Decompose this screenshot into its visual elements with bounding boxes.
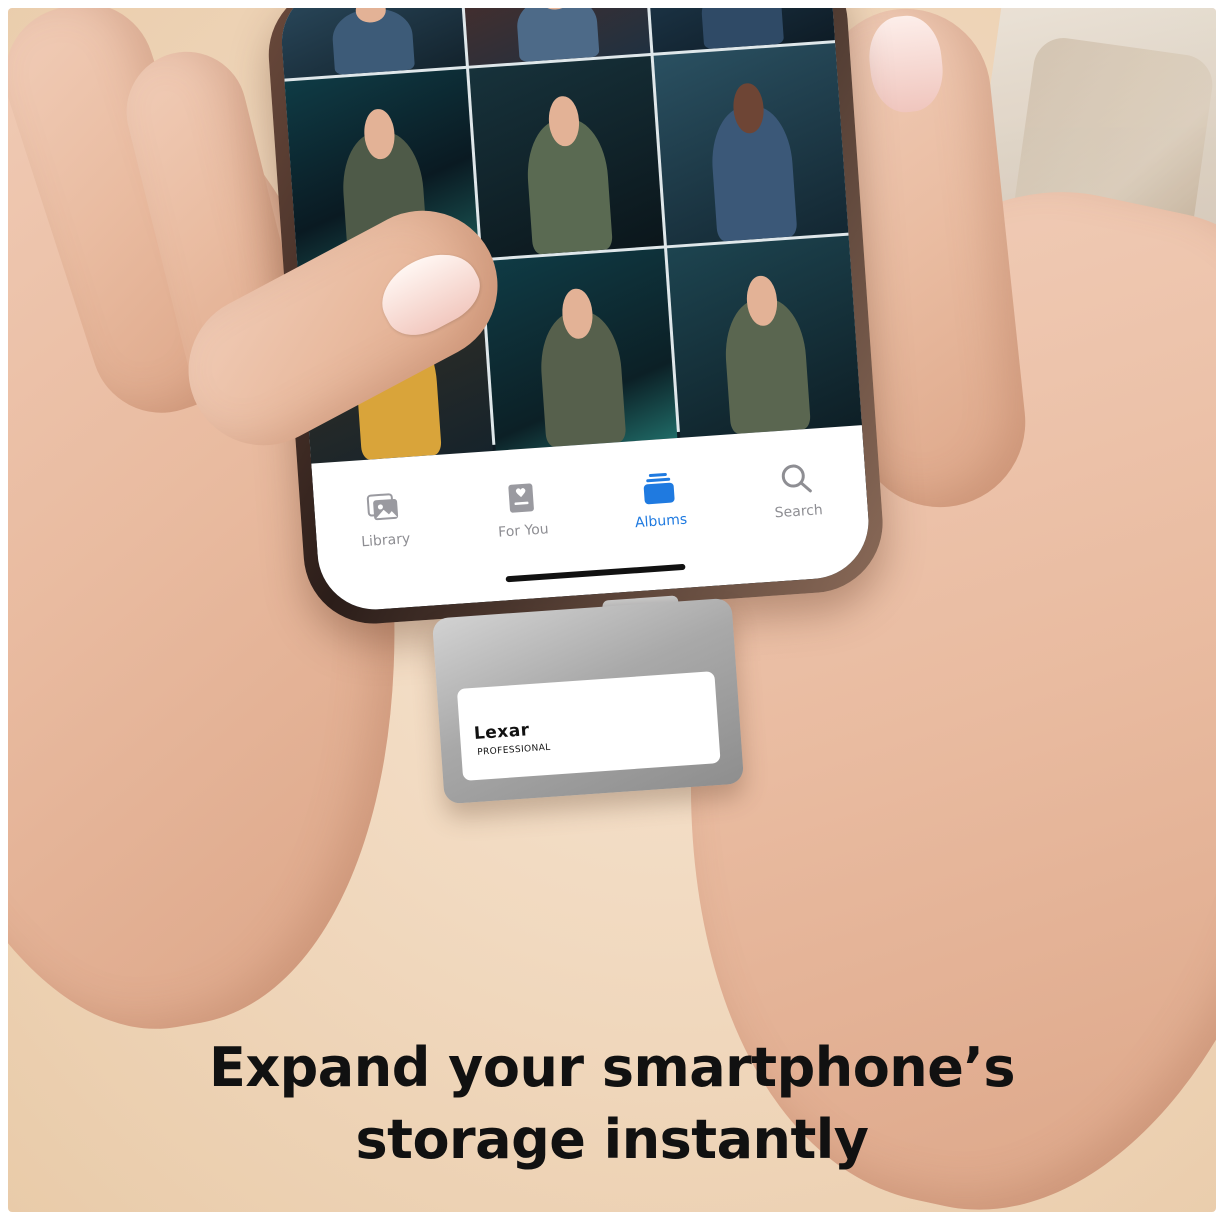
tab-search[interactable]: Search bbox=[735, 458, 859, 524]
photo-thumbnail[interactable] bbox=[469, 55, 664, 259]
tab-library[interactable]: Library bbox=[322, 487, 446, 553]
headline-line-2: storage instantly bbox=[355, 1108, 869, 1171]
photo-stack-icon bbox=[365, 490, 401, 526]
tab-label: For You bbox=[497, 521, 550, 541]
search-icon bbox=[778, 461, 814, 497]
photo-thumbnail[interactable] bbox=[482, 248, 678, 451]
photo-thumbnail[interactable] bbox=[278, 8, 466, 79]
for-you-icon bbox=[503, 480, 539, 516]
headline-line-1: Expand your smartphone’s bbox=[208, 1036, 1016, 1099]
tab-label: Library bbox=[360, 530, 411, 551]
photo-thumbnail[interactable] bbox=[667, 235, 862, 438]
brand-logo: Lexar bbox=[473, 720, 531, 745]
flash-drive: Lexar PROFESSIONAL bbox=[431, 597, 745, 805]
headline: Expand your smartphone’s storage instant… bbox=[8, 1032, 1216, 1176]
tab-for-you[interactable]: For You bbox=[460, 477, 584, 543]
drive-label: Lexar PROFESSIONAL bbox=[456, 671, 721, 781]
product-image: Library For You Albums Search Lexar PROF… bbox=[8, 8, 1216, 1212]
tab-label: Search bbox=[774, 502, 824, 522]
tab-label: Albums bbox=[634, 511, 688, 532]
albums-icon bbox=[641, 470, 677, 506]
brand-line: PROFESSIONAL bbox=[476, 742, 552, 758]
tab-albums[interactable]: Albums bbox=[598, 467, 722, 533]
photo-thumbnail[interactable] bbox=[653, 43, 849, 246]
